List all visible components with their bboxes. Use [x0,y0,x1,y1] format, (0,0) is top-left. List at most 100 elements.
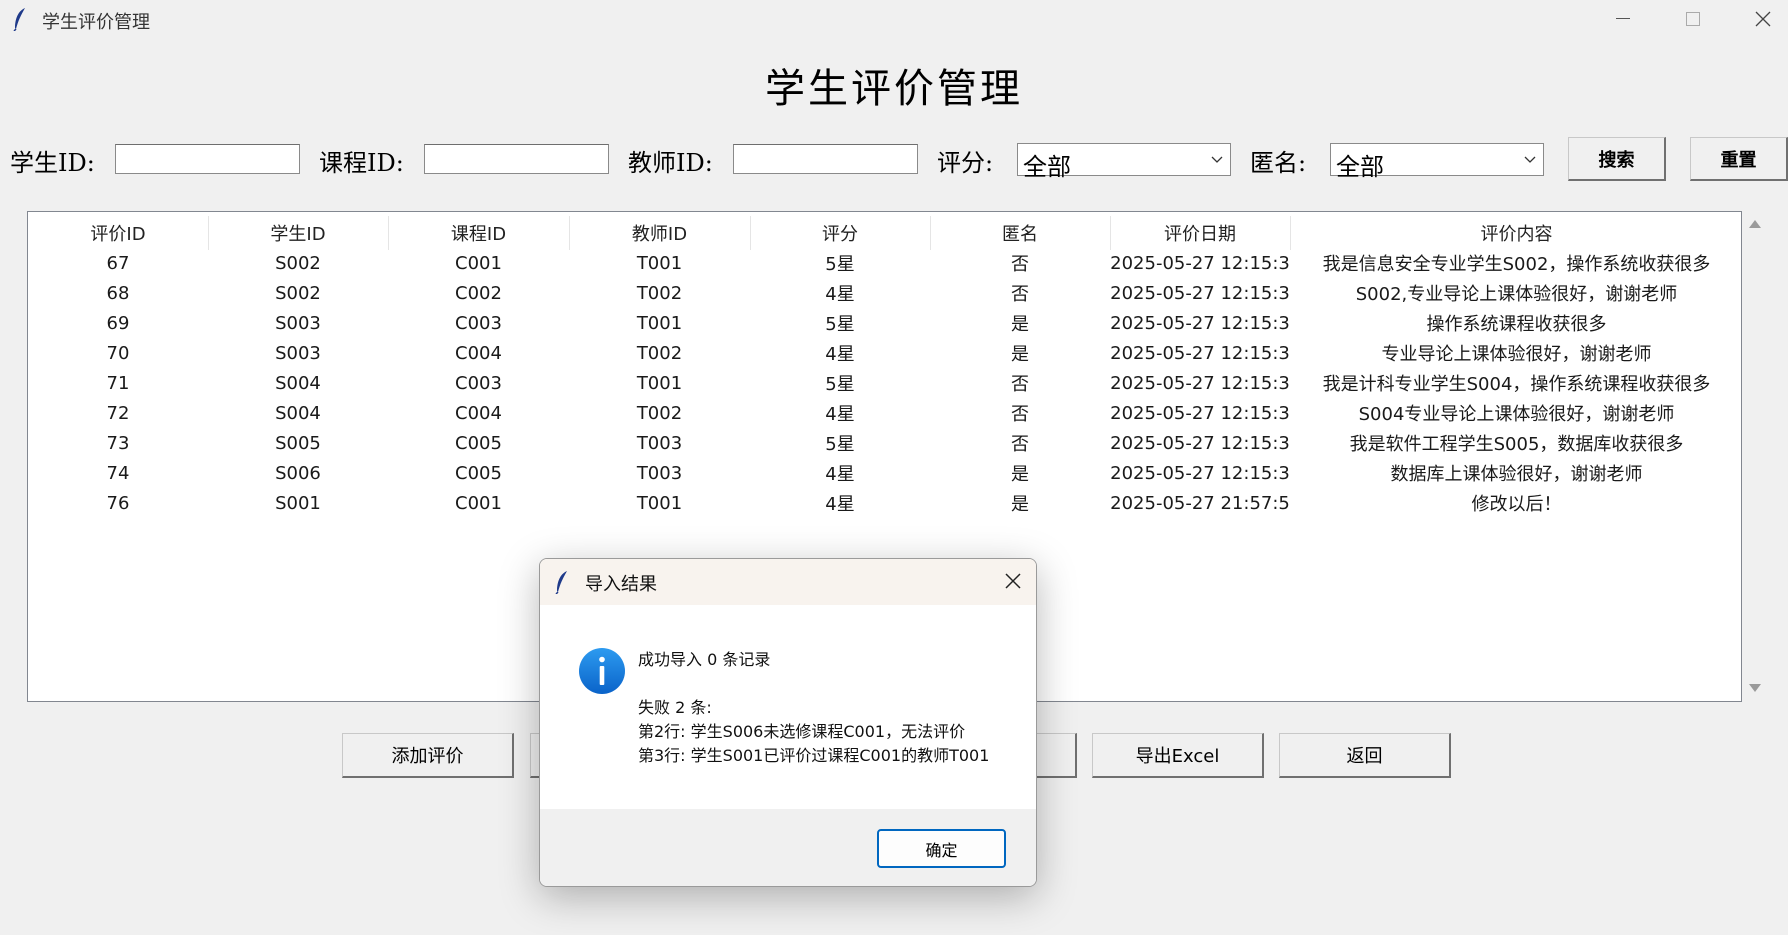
table-cell: S004 [275,372,321,394]
column-header[interactable]: 评价日期 [1110,216,1290,250]
table-row[interactable]: 71 S004 C003 T001 5星 否 2025-05-27 12:15:3 我是计科专… [28,368,1741,398]
dialog-message-success: 成功导入 0 条记录 [638,650,771,669]
table-cell: S004 [275,402,321,424]
table-cell: C003 [455,372,502,394]
table-cell: 5星 [825,374,855,395]
table-cell: 68 [106,282,130,304]
table-cell: S003 [275,312,321,334]
table-row[interactable]: 70 S003 C004 T002 4星 是 2025-05-27 12:15:3 专业导论上… [28,338,1741,368]
table-row[interactable]: 72 S004 C004 T002 4星 否 2025-05-27 12:15:3 S004专… [28,398,1741,428]
table-cell: 修改以后！ [1471,494,1562,515]
table-row[interactable]: 68 S002 C002 T002 4星 否 2025-05-27 12:15:3 S002,… [28,278,1741,308]
anonymous-label: 匿名: [1250,149,1307,177]
table-cell: C002 [455,282,502,304]
table-cell: C005 [455,432,502,454]
anonymous-select[interactable]: 全部 [1330,143,1544,181]
dialog-titlebar: 导入结果 [540,559,1036,605]
rating-select-value: 全部 [1023,153,1071,181]
table-cell: 数据库上课体验很好，谢谢老师 [1390,464,1643,485]
dialog-message-detail: 第2行: 学生S006未选修课程C001，无法评价 [638,722,966,741]
add-evaluation-button[interactable]: 添加评价 [342,733,514,778]
table-cell: 69 [106,312,130,334]
table-cell: 操作系统课程收获很多 [1426,314,1607,335]
dialog-message-failed: 失败 2 条: [638,698,712,717]
feather-icon [555,571,567,594]
table-cell: 否 [1011,374,1029,395]
table-cell: T002 [636,402,683,424]
table-row[interactable]: 69 S003 C003 T001 5星 是 2025-05-27 12:15:3 操作系统课… [28,308,1741,338]
search-button[interactable]: 搜索 [1568,137,1666,181]
column-header[interactable]: 匿名 [930,216,1110,250]
table-cell: 是 [1011,464,1029,485]
table-cell: 72 [106,402,130,424]
course-id-label: 课程ID: [319,149,404,177]
table-cell: C005 [455,462,502,484]
column-header[interactable]: 课程ID [388,216,569,250]
close-icon[interactable] [1004,572,1022,590]
table-cell: S002,专业导论上课体验很好，谢谢老师 [1355,284,1678,305]
back-button[interactable]: 返回 [1279,733,1451,778]
column-header[interactable]: 学生ID [208,216,388,250]
course-id-input[interactable] [424,144,609,174]
info-icon [579,648,625,694]
column-header[interactable]: 评分 [750,216,930,250]
table-cell: 4星 [825,494,855,515]
table-cell: 2025-05-27 12:15:3 [1110,312,1290,334]
teacher-id-input[interactable] [733,144,918,174]
teacher-id-label: 教师ID: [628,149,713,177]
table-cell: S004专业导论上课体验很好，谢谢老师 [1358,404,1675,425]
table-cell: C003 [455,312,502,334]
table-cell: S005 [275,432,321,454]
table-cell: 2025-05-27 12:15:3 [1110,462,1290,484]
column-header[interactable]: 评价内容 [1290,216,1743,250]
table-row[interactable]: 67 S002 C001 T001 5星 否 2025-05-27 12:15:3 我是信息安… [28,248,1741,278]
table-cell: 我是信息安全专业学生S002，操作系统收获很多 [1322,254,1711,275]
column-separator [1110,216,1111,250]
chevron-down-icon [1524,156,1536,163]
table-cell: 4星 [825,464,855,485]
table-cell: C001 [455,492,502,514]
ok-button[interactable]: 确定 [877,829,1006,868]
dialog-message-detail: 第3行: 学生S001已评价过课程C001的教师T001 [638,746,990,765]
table-cell: 是 [1011,344,1029,365]
table-cell: 2025-05-27 12:15:3 [1110,252,1290,274]
table-cell: 4星 [825,404,855,425]
table-cell: T003 [636,462,683,484]
student-id-input[interactable] [115,144,300,174]
table-cell: 我是计科专业学生S004，操作系统课程收获很多 [1322,374,1711,395]
rating-select[interactable]: 全部 [1017,143,1231,181]
column-separator [388,216,389,250]
feather-icon [13,8,25,31]
scroll-up-icon[interactable] [1748,218,1762,230]
anonymous-select-value: 全部 [1336,153,1384,181]
minimize-button[interactable] [1588,0,1658,38]
maximize-icon [1686,12,1700,26]
export-excel-button[interactable]: 导出Excel [1092,733,1264,778]
table-cell: 71 [106,372,130,394]
table-row[interactable]: 73 S005 C005 T003 5星 否 2025-05-27 12:15:3 我是软件工… [28,428,1741,458]
table-cell: 我是软件工程学生S005，数据库收获很多 [1349,434,1684,455]
table-row[interactable]: 74 S006 C005 T003 4星 是 2025-05-27 12:15:3 数据库上课… [28,458,1741,488]
page-title: 学生评价管理 [765,66,1023,112]
reset-button[interactable]: 重置 [1690,137,1788,181]
table-cell: 2025-05-27 21:57:5 [1110,492,1290,514]
table-row[interactable]: 76 S001 C001 T001 4星 是 2025-05-27 21:57:5 修改以后！ [28,488,1741,518]
column-header[interactable]: 教师ID [569,216,750,250]
scroll-down-icon[interactable] [1748,682,1762,694]
table-cell: 2025-05-27 12:15:3 [1110,432,1290,454]
close-button[interactable] [1728,0,1788,38]
table-cell: 5星 [825,434,855,455]
minimize-icon [1616,18,1630,19]
table-cell: 5星 [825,254,855,275]
table-cell: S003 [275,342,321,364]
rating-label: 评分: [937,149,994,177]
window-titlebar: 学生评价管理 [0,0,1788,38]
table-cell: C004 [455,342,502,364]
dialog-body: 成功导入 0 条记录 失败 2 条: 第2行: 学生S006未选修课程C001，… [540,605,1036,809]
window-title: 学生评价管理 [42,12,150,33]
column-header[interactable]: 评价ID [28,216,208,250]
table-cell: 4星 [825,344,855,365]
maximize-button[interactable] [1658,0,1728,38]
table-cell: 5星 [825,314,855,335]
table-cell: 2025-05-27 12:15:3 [1110,372,1290,394]
